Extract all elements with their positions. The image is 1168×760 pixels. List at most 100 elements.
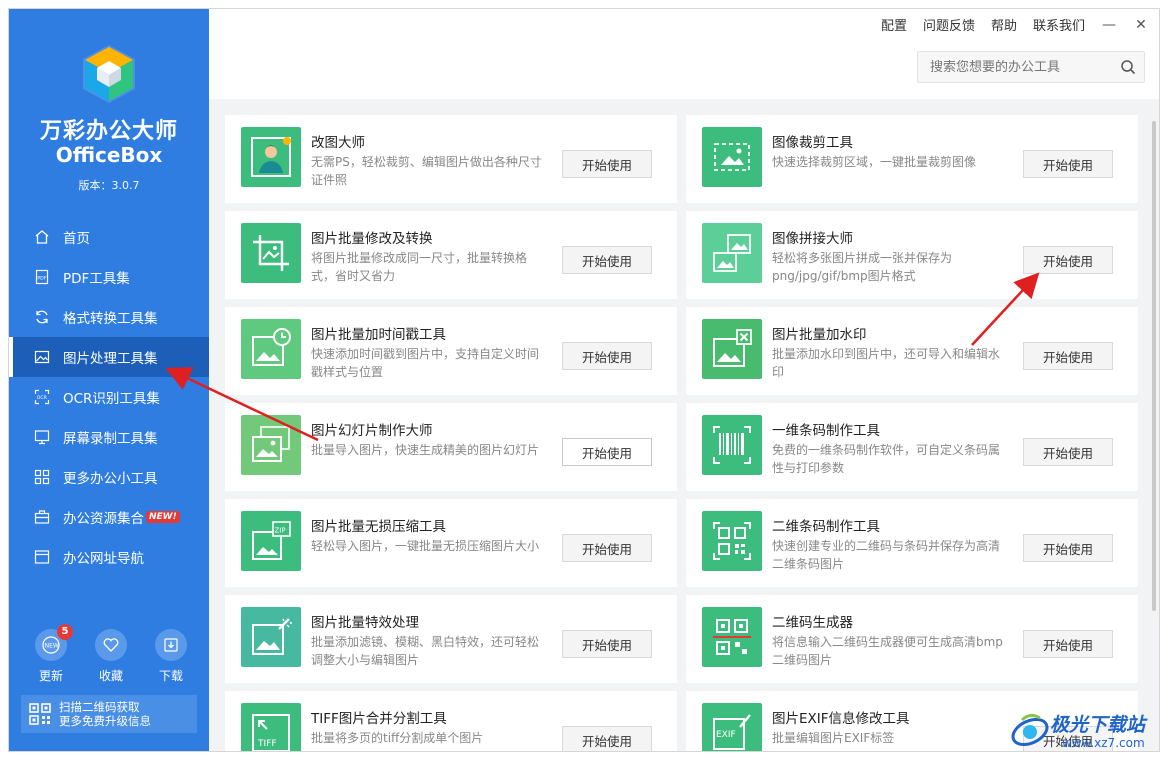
tool-desc: 将图片批量修改成同一尺寸，批量转换格式，省时又省力 bbox=[311, 251, 528, 283]
briefcase-icon bbox=[33, 508, 51, 526]
zip-image-icon: ZIP bbox=[241, 511, 301, 571]
barcode-icon bbox=[702, 415, 762, 475]
tool-title: 图片批量加时间戳工具 bbox=[311, 327, 446, 343]
feedback-link[interactable]: 问题反馈 bbox=[923, 15, 975, 34]
app-name-cn: 万彩办公大师 bbox=[39, 119, 178, 144]
update-button[interactable]: NEW 5 更新 bbox=[31, 624, 73, 684]
tool-card: 图像拼接大师 轻松将多张图片拼成一张并保存为png/jpg/gif/bmp图片格… bbox=[686, 211, 1138, 299]
update-label: 更新 bbox=[38, 669, 63, 683]
start-button[interactable]: 开始使用 bbox=[562, 342, 652, 370]
resize-image-icon bbox=[241, 223, 301, 283]
tool-card: TIFF TIFF图片合并分割工具 批量将多页的tiff分割成单个图片 开始使用 bbox=[225, 691, 677, 751]
sidebar-item-label: 格式转换工具集 bbox=[63, 311, 158, 327]
svg-text:OCR: OCR bbox=[37, 395, 48, 401]
sidebar-nav: 首页 PDF PDF工具集 格式转换工具集 图片处理工具集 OCR OCR识别工… bbox=[9, 217, 209, 577]
sidebar-item-label: 图片处理工具集 bbox=[63, 351, 158, 367]
tool-card: 二维条码制作工具 快速创建专业的二维码与条码并保存为高清二维条码图片 开始使用 bbox=[686, 499, 1138, 587]
qr-promo[interactable]: 扫描二维码获取 更多免费升级信息 bbox=[21, 695, 197, 733]
svg-text:TIFF: TIFF bbox=[257, 739, 277, 749]
tool-desc: 快速创建专业的二维码与条码并保存为高清二维条码图片 bbox=[772, 539, 1001, 571]
tool-desc: 批量导入图片，快速生成精美的图片幻灯片 bbox=[311, 443, 540, 457]
portrait-icon bbox=[241, 127, 301, 187]
sidebar-item-screen-record[interactable]: 屏幕录制工具集 bbox=[9, 417, 209, 457]
start-button[interactable]: 开始使用 bbox=[562, 150, 652, 178]
qr-promo-text: 扫描二维码获取 更多免费升级信息 bbox=[59, 700, 151, 728]
svg-text:PDF: PDF bbox=[37, 276, 46, 282]
sidebar-item-convert[interactable]: 格式转换工具集 bbox=[9, 297, 209, 337]
sidebar-item-pdf[interactable]: PDF PDF工具集 bbox=[9, 257, 209, 297]
watermark-image-icon bbox=[702, 319, 762, 379]
settings-link[interactable]: 配置 bbox=[881, 15, 907, 34]
tool-desc: 快速添加时间戳到图片中，支持自定义时间戳样式与位置 bbox=[311, 347, 540, 379]
watermark-text: 极光下载站 bbox=[1050, 714, 1146, 736]
tool-card: 图像裁剪工具 快速选择裁剪区域，一键批量裁剪图像 开始使用 bbox=[686, 115, 1138, 203]
start-button[interactable]: 开始使用 bbox=[1023, 246, 1113, 274]
sidebar-item-label: 屏幕录制工具集 bbox=[63, 431, 158, 447]
tool-title: 图片批量修改及转换 bbox=[311, 231, 433, 247]
sidebar-item-image-tools[interactable]: 图片处理工具集 bbox=[9, 337, 209, 377]
tool-card: 图片批量加时间戳工具 快速添加时间戳到图片中，支持自定义时间戳样式与位置 开始使… bbox=[225, 307, 677, 395]
tool-title: 二维码生成器 bbox=[772, 615, 853, 631]
favorites-button[interactable]: 收藏 bbox=[91, 629, 131, 684]
sidebar-item-home[interactable]: 首页 bbox=[9, 217, 209, 257]
grid-icon bbox=[33, 468, 51, 486]
update-count-badge: 5 bbox=[57, 624, 73, 640]
top-bar: 配置 问题反馈 帮助 联系我们 — ✕ bbox=[209, 9, 1159, 99]
start-button[interactable]: 开始使用 bbox=[1023, 342, 1113, 370]
start-button[interactable]: 开始使用 bbox=[1023, 438, 1113, 466]
sidebar-item-label: PDF工具集 bbox=[63, 271, 130, 287]
qr-promo-line1: 扫描二维码获取 bbox=[59, 700, 140, 714]
convert-icon bbox=[33, 308, 51, 326]
tool-title: 图片批量无损压缩工具 bbox=[311, 519, 446, 535]
tool-desc: 免费的一维条码制作软件，可自定义条码属性与打印参数 bbox=[772, 443, 1001, 475]
tool-card: 图片批量加水印 批量添加水印到图片中，还可导入和编辑水印 开始使用 bbox=[686, 307, 1138, 395]
app-name-en: OfficeBox bbox=[55, 143, 163, 167]
app-window: 万彩办公大师 OfficeBox 版本：3.0.7 首页 PDF PDF工具集 … bbox=[8, 8, 1160, 752]
tool-title: 图片EXIF信息修改工具 bbox=[772, 711, 910, 727]
tool-title: 二维条码制作工具 bbox=[772, 519, 880, 535]
start-button[interactable]: 开始使用 bbox=[562, 534, 652, 562]
pdf-icon: PDF bbox=[33, 268, 51, 286]
contact-link[interactable]: 联系我们 bbox=[1033, 15, 1085, 34]
tool-card: 图片批量修改及转换 将图片批量修改成同一尺寸，批量转换格式，省时又省力 开始使用 bbox=[225, 211, 677, 299]
tool-desc: 批量添加水印到图片中，还可导入和编辑水印 bbox=[772, 347, 1001, 379]
site-watermark: 极光下载站 www.xz7.com bbox=[1008, 706, 1164, 754]
help-link[interactable]: 帮助 bbox=[991, 15, 1017, 34]
image-icon bbox=[33, 348, 51, 366]
sidebar-item-resources[interactable]: 办公资源集合 NEW! bbox=[9, 497, 209, 537]
tool-card: 一维条码制作工具 免费的一维条码制作软件，可自定义条码属性与打印参数 开始使用 bbox=[686, 403, 1138, 491]
downloads-button[interactable]: 下载 bbox=[151, 629, 191, 684]
slideshow-icon bbox=[241, 415, 301, 475]
close-button[interactable]: ✕ bbox=[1133, 17, 1149, 33]
sidebar-item-ocr[interactable]: OCR OCR识别工具集 bbox=[9, 377, 209, 417]
start-button[interactable]: 开始使用 bbox=[1023, 150, 1113, 178]
start-button[interactable]: 开始使用 bbox=[562, 246, 652, 274]
sidebar-item-more-tools[interactable]: 更多办公小工具 bbox=[9, 457, 209, 497]
downloads-label: 下载 bbox=[158, 669, 183, 683]
tool-title: 改图大师 bbox=[311, 135, 365, 151]
qrcode-generator-icon bbox=[702, 607, 762, 667]
tool-desc: 将信息输入二维码生成器便可生成高清bmp二维码图片 bbox=[772, 635, 1003, 667]
minimize-button[interactable]: — bbox=[1101, 17, 1117, 33]
tool-title: 图片批量特效处理 bbox=[311, 615, 419, 631]
sidebar-item-web-nav[interactable]: 办公网址导航 bbox=[9, 537, 209, 577]
start-button[interactable]: 开始使用 bbox=[562, 726, 652, 751]
tool-title: 图像裁剪工具 bbox=[772, 135, 853, 151]
svg-text:NEW: NEW bbox=[45, 642, 59, 649]
start-button[interactable]: 开始使用 bbox=[1023, 630, 1113, 658]
tool-desc: 轻松导入图片，一键批量无损压缩图片大小 bbox=[311, 539, 540, 553]
scrollbar[interactable] bbox=[1152, 121, 1156, 611]
officebox-logo bbox=[83, 45, 135, 103]
start-button[interactable]: 开始使用 bbox=[1023, 534, 1113, 562]
start-button[interactable]: 开始使用 bbox=[562, 630, 652, 658]
sidebar-item-label: 办公资源集合 bbox=[63, 511, 144, 527]
effects-image-icon bbox=[241, 607, 301, 667]
start-button[interactable]: 开始使用 bbox=[562, 438, 652, 466]
search-box bbox=[917, 51, 1145, 83]
search-input[interactable] bbox=[918, 59, 1108, 75]
svg-text:EXIF: EXIF bbox=[716, 730, 736, 740]
screen-icon bbox=[33, 428, 51, 446]
search-icon[interactable] bbox=[1120, 59, 1136, 75]
sidebar-actions: NEW 5 更新 收藏 下载 bbox=[31, 624, 191, 684]
tool-desc: 批量添加滤镜、模糊、黑白特效，还可轻松调整大小与编辑图片 bbox=[311, 635, 540, 667]
